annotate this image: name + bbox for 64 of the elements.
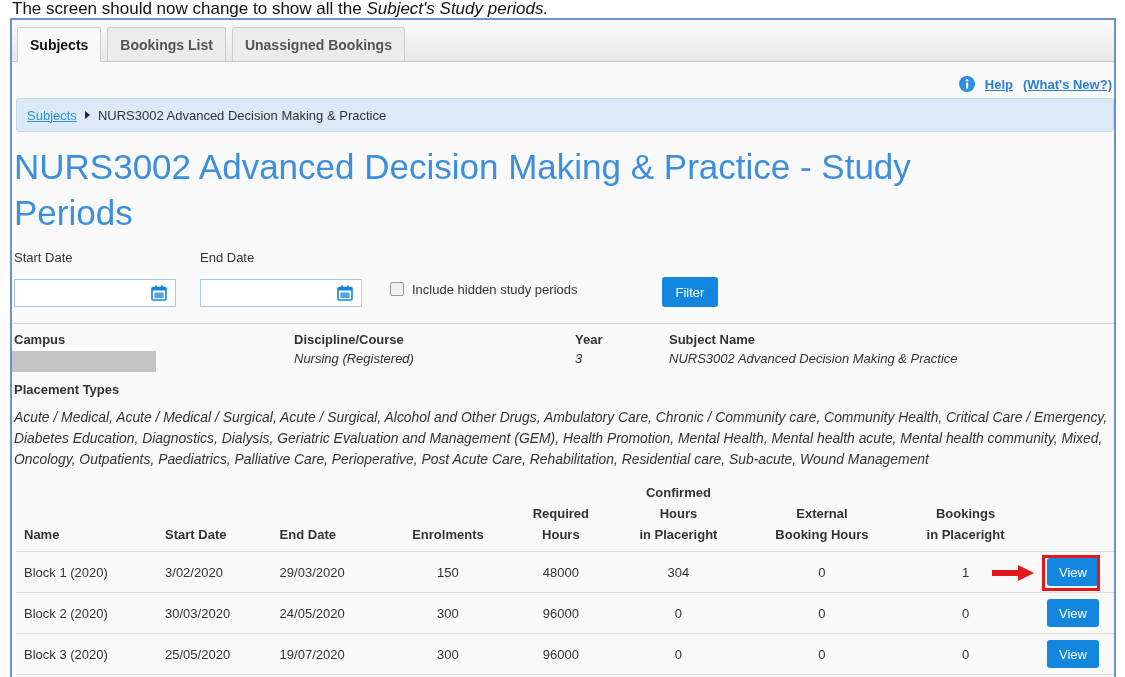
column-header: Enrolments [386, 474, 510, 552]
table-cell: 150 [386, 551, 510, 593]
breadcrumb-link[interactable]: Subjects [27, 107, 77, 123]
section-label: Placement Types [14, 382, 121, 397]
detail-label: Year [575, 332, 604, 347]
placement-types-text: Acute / Medical, Acute / Medical / Surgical, Acute / Surgical, Alcohol and Other Drugs, Ambulatory Care, Chronic / Community care, Community Health, Critical Care / Emergency, Diabetes Education, Diagnostics, Dialysis, Geriatric Evaluation and Management (GEM), Health Promotion, Mental Health, Mental health acute, Mental health community, Mixed, Oncology, Outpatients, Paediatrics, Palliative Care, Perioperative, Post Acute Care, Rehabilitation, Residential care, Sub-acute, Wound Management [14, 408, 1109, 469]
column-header: External Booking Hours [744, 474, 900, 552]
table-cell: 0 [899, 633, 1032, 675]
table-cell: Block 2 (2020) [16, 592, 158, 634]
field-label: Start Date [14, 250, 74, 265]
detail-value: 3 [575, 351, 583, 366]
table-cell: 30/03/2020 [157, 592, 272, 634]
table-cell: 0 [744, 551, 900, 593]
view-button[interactable]: View [1047, 558, 1099, 586]
column-header: Required Hours [509, 474, 612, 552]
view-button[interactable]: View [1047, 640, 1099, 668]
table-cell: 3/02/2020 [157, 551, 272, 593]
checkbox-label: Include hidden study periods [412, 281, 578, 297]
table-cell: Block 3 (2020) [16, 633, 158, 675]
column-header: Name [16, 474, 158, 552]
help-link[interactable]: (What's New?) [1022, 76, 1112, 92]
table-cell: 19/07/2020 [271, 633, 387, 675]
page-title: NURS3002 Advanced Decision Making & Practice - Study Periods [14, 146, 912, 234]
table-cell: 0 [612, 633, 745, 675]
tab[interactable]: Bookings List [107, 27, 226, 61]
table-cell: 29/03/2020 [271, 551, 387, 593]
detail-label: Discipline/Course [294, 332, 405, 347]
table-cell: 96000 [509, 592, 612, 634]
table-cell: 300 [386, 592, 510, 634]
column-header: Bookings in Placeright [899, 474, 1032, 552]
view-button[interactable]: View [1047, 599, 1099, 627]
checkbox[interactable] [390, 282, 404, 296]
detail-label: Campus [14, 332, 67, 347]
table-cell: 0 [744, 592, 900, 634]
help-link[interactable]: Help [984, 76, 1013, 92]
date-field[interactable] [200, 279, 362, 307]
breadcrumb-current: NURS3002 Advanced Decision Making & Practice [97, 107, 387, 123]
table-cell: 0 [899, 592, 1032, 634]
tab[interactable]: Unassigned Bookings [231, 27, 405, 61]
detail-label: Subject Name [669, 332, 756, 347]
table-cell: 24/05/2020 [271, 592, 387, 634]
column-header: Start Date [157, 474, 272, 552]
info-icon [958, 76, 975, 92]
column-header: End Date [271, 474, 387, 552]
field-label: End Date [200, 250, 256, 265]
calendar-icon[interactable] [337, 285, 353, 301]
table-cell: 25/05/2020 [157, 633, 272, 675]
table-cell: 300 [386, 633, 510, 675]
table-cell: Block 1 (2020) [16, 551, 158, 593]
tab[interactable]: Subjects [17, 27, 102, 62]
table-cell: 0 [612, 592, 745, 634]
filter-button[interactable]: Filter [661, 277, 719, 307]
breadcrumb-arrow-icon [84, 111, 90, 119]
table-cell: 0 [744, 633, 900, 675]
calendar-icon[interactable] [151, 285, 167, 301]
pointer-arrow-icon [992, 565, 1034, 581]
column-header: Confirmed Hours in Placeright [612, 474, 745, 552]
detail-value: NURS3002 Advanced Decision Making & Practice [669, 351, 958, 366]
date-field[interactable] [14, 279, 176, 307]
caption-text: The screen should now change to show all the Subject's Study periods. [11, 0, 550, 18]
table-cell: 304 [612, 551, 745, 593]
table-cell: 48000 [509, 551, 612, 593]
detail-value: Nursing (Registered) [294, 351, 414, 366]
table-cell: 96000 [509, 633, 612, 675]
